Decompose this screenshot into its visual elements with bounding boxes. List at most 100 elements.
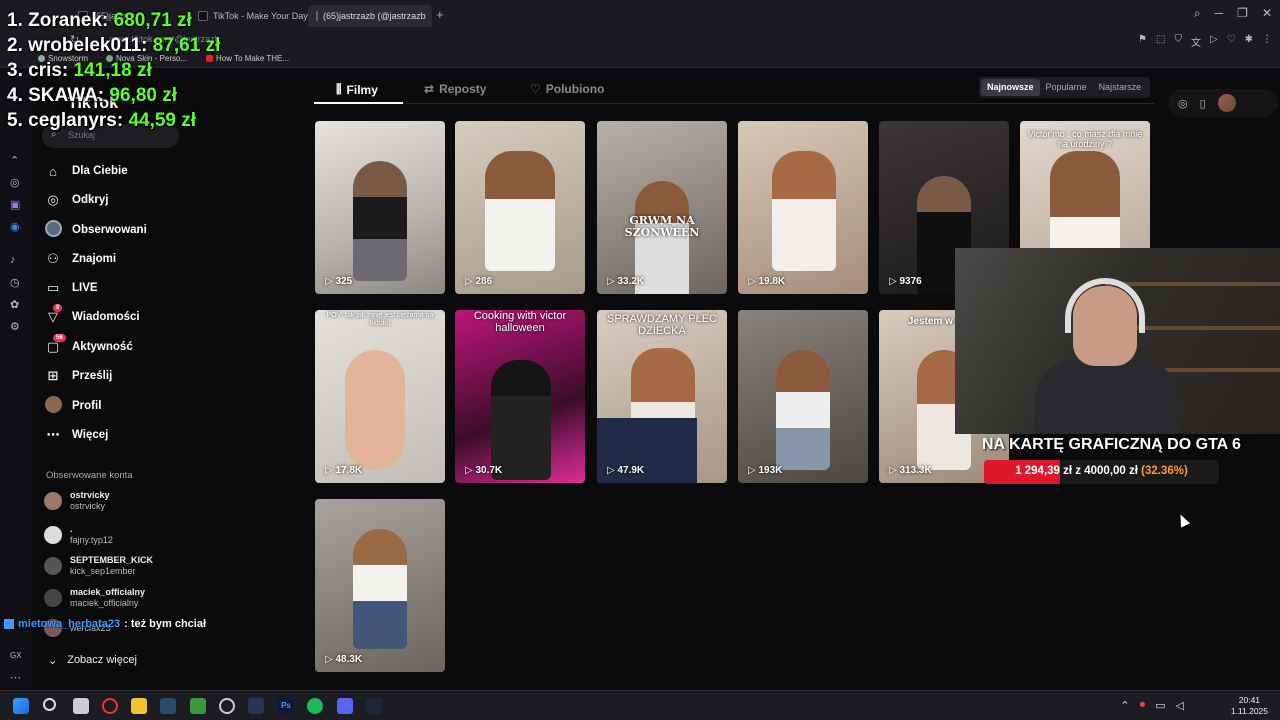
sort-newest[interactable]: Najnowsze: [981, 79, 1040, 96]
play-icon[interactable]: ▷: [1210, 34, 1218, 49]
leaderboard-row: 3. cris: 141,18 zł: [7, 60, 152, 81]
activity-icon: ▢ 56: [44, 334, 66, 355]
sort-oldest[interactable]: Najstarsze: [1093, 79, 1148, 96]
leaderboard-row: 2. wrobelek011: 87,61 zł: [7, 35, 221, 56]
video-card[interactable]: SPRAWDZAMY PŁEĆ DZIECKA ▷ 47.9K: [597, 310, 727, 483]
live-icon: ▭: [46, 280, 60, 295]
heart-icon[interactable]: ♡: [1227, 34, 1236, 49]
settings-icon[interactable]: ⚙: [10, 320, 20, 333]
pet-icon[interactable]: ✿: [10, 298, 19, 311]
video-card[interactable]: POV: tak jak mnie jest ciężarna na tikto…: [315, 310, 445, 483]
messenger-icon[interactable]: ◉: [10, 220, 20, 233]
followed-account[interactable]: ostrvicky ostrvicky: [44, 490, 110, 512]
nav-explore[interactable]: ◎ Odkryj: [44, 189, 108, 211]
minimize-button[interactable]: ─: [1215, 6, 1224, 21]
display-icon[interactable]: ▭: [1155, 699, 1165, 712]
nav-friends[interactable]: ⚇ Znajomi: [44, 248, 116, 270]
activity-badge: 56: [53, 334, 66, 342]
tab-videos[interactable]: ⫼ Filmy: [336, 82, 378, 97]
speaker-icon[interactable]: ◁: [1176, 699, 1184, 712]
video-card[interactable]: ▷ 19.8K: [738, 121, 868, 294]
arrow-icon[interactable]: ⌃: [10, 154, 19, 167]
search-icon[interactable]: [43, 698, 56, 711]
nav-following[interactable]: Obserwowani: [44, 219, 147, 241]
view-count: ▷ 325: [325, 276, 353, 287]
video-card[interactable]: GRWM NA SZONWEEN ▷ 33.2K: [597, 121, 727, 294]
nav-upload[interactable]: ⊞ Prześlij: [44, 365, 113, 387]
opera-gx-icon[interactable]: [102, 698, 118, 714]
see-more-button[interactable]: ⌄ Zobacz więcej: [48, 654, 137, 667]
compass-icon[interactable]: ◎: [1178, 97, 1188, 110]
view-count: ▷ 47.9K: [607, 465, 645, 476]
twitch-icon[interactable]: ▣: [10, 198, 20, 211]
spotify-icon[interactable]: [307, 698, 323, 714]
user-avatar[interactable]: [1217, 94, 1236, 112]
video-thumbnail: [491, 360, 551, 480]
mouse-cursor: [1175, 512, 1191, 528]
menu-icon[interactable]: ⋮: [1262, 34, 1272, 49]
nav-more[interactable]: ⋯ Więcej: [44, 424, 109, 446]
nav-live[interactable]: ▭ LIVE: [44, 277, 98, 299]
close-window-button[interactable]: ✕: [1262, 6, 1272, 21]
tab-liked[interactable]: ♡ Polubiono: [530, 82, 604, 96]
more-icon[interactable]: ⋯: [10, 671, 21, 684]
chrome-icon[interactable]: [219, 698, 235, 714]
translate-icon[interactable]: 文: [1191, 34, 1201, 49]
window-controls: ⌕ ─ ❐ ✕: [1194, 6, 1272, 21]
streamer-body: [1035, 360, 1180, 434]
followed-account[interactable]: . fajny.typ12: [44, 524, 113, 546]
chevron-up-icon[interactable]: ⌃: [1120, 699, 1129, 712]
home-icon: ⌂: [49, 163, 57, 179]
music-icon[interactable]: ♪: [10, 254, 16, 266]
followed-account[interactable]: SEPTEMBER_KICK kick_sep1ember: [44, 555, 153, 577]
view-count: ▷ 17.8K: [325, 465, 363, 476]
clock-icon[interactable]: ◷: [10, 276, 20, 289]
windows-start-icon[interactable]: [13, 698, 29, 714]
system-tray: ⌃ ⏺ ▭ ◁: [1120, 699, 1184, 712]
new-tab-button[interactable]: +: [436, 7, 444, 22]
file-explorer-icon[interactable]: [131, 698, 147, 714]
photoshop-icon[interactable]: Ps: [278, 698, 294, 714]
video-thumbnail: [772, 151, 836, 271]
leaderboard-row: 4. SKAWA: 96,80 zł: [7, 85, 178, 106]
shield-icon[interactable]: ⛉: [1174, 34, 1182, 49]
video-card[interactable]: ▷ 193K: [738, 310, 868, 483]
followed-account[interactable]: maciek_officialny maciek_officialny: [44, 587, 145, 609]
search-icon[interactable]: ⌕: [1194, 6, 1201, 21]
sort-popular[interactable]: Popularne: [1040, 79, 1093, 96]
video-card[interactable]: Cooking with victor halloween ▷ 30.7K: [455, 310, 585, 483]
task-view-icon[interactable]: [73, 698, 89, 714]
friends-icon: ⚇: [47, 251, 59, 266]
nav-profile[interactable]: Profil: [44, 395, 101, 417]
xbox-icon[interactable]: [190, 698, 206, 714]
view-count: ▷ 33.2K: [607, 276, 645, 287]
tiktok-tab-icon: [316, 11, 318, 21]
extension-icon[interactable]: ✱: [1245, 34, 1253, 49]
nav-activity[interactable]: ▢ 56 Aktywność: [44, 334, 133, 358]
video-card[interactable]: ▷ 48.3K: [315, 499, 445, 672]
gx-icon[interactable]: GX: [10, 651, 22, 660]
grid-icon: ⫼: [336, 82, 342, 96]
restore-button[interactable]: ❐: [1237, 6, 1248, 21]
shelf: [1105, 282, 1280, 286]
screenshot-icon[interactable]: ⬚: [1156, 34, 1165, 49]
discord-icon[interactable]: [337, 698, 353, 714]
taskbar-clock[interactable]: 20:41 1.11.2025: [1231, 695, 1268, 717]
globe-icon[interactable]: ◎: [10, 176, 20, 189]
browser-tab-active[interactable]: (65)jastrzazb (@jastrzazb✕: [308, 5, 432, 27]
tab-reposts[interactable]: ⇄ Reposty: [424, 82, 486, 96]
more-icon: ⋯: [46, 427, 60, 442]
steam-icon[interactable]: [366, 698, 382, 714]
microphone-icon[interactable]: ⏺: [1140, 699, 1146, 712]
nav-for-you[interactable]: ⌂ Dla Ciebie: [44, 160, 128, 182]
bookmark-icon[interactable]: ⚑: [1138, 34, 1147, 49]
steam-icon[interactable]: [160, 698, 176, 714]
video-card[interactable]: ▷ 325: [315, 121, 445, 294]
avatar: [44, 526, 62, 544]
editor-icon[interactable]: [248, 698, 264, 714]
following-avatar-icon: [44, 220, 62, 240]
donation-leaderboard: 1. Zoranek: 680,71 zł 2. wrobelek011: 87…: [7, 8, 220, 133]
video-card[interactable]: ▷ 286: [455, 121, 585, 294]
nav-messages[interactable]: ▽ 9 Wiadomości: [44, 304, 140, 328]
phone-icon[interactable]: ▯: [1200, 97, 1206, 110]
